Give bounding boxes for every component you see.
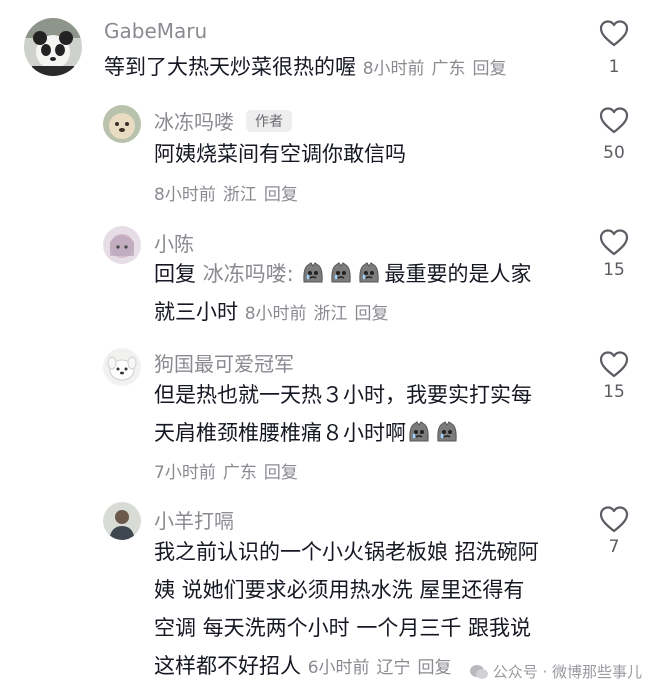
comment-line: 空调 每天洗两个小时 一个月三千 跟我说 (154, 616, 532, 640)
like-count: 15 (603, 382, 625, 402)
username: 冰冻吗喽 作者 (154, 106, 292, 135)
comment-text: 但是热也就一天热３小时，我要实打实每 天肩椎颈椎腰椎痛８小时啊 (154, 376, 574, 452)
comment-body: 这样都不好招人 (154, 654, 301, 678)
comment-meta: 8小时前 浙江 回复 (245, 304, 396, 324)
username[interactable]: 狗国最可爱冠军 (154, 348, 294, 377)
username-text[interactable]: 冰冻吗喽 (154, 110, 234, 134)
comment-time: 8小时前 (244, 304, 307, 324)
comment-line: 但是热也就一天热３小时，我要实打实每 (154, 383, 532, 407)
cartoon-dog-avatar-image (103, 348, 141, 386)
crying-face-emoji-icon (409, 421, 429, 442)
comment-body: 天肩椎颈椎腰椎痛８小时啊 (154, 421, 406, 445)
comment-meta: 8小时前 广东 回复 (363, 59, 514, 79)
anime-avatar-image (103, 226, 141, 264)
like-count: 1 (608, 57, 620, 77)
comment-meta: 6小时前 辽宁 回复 (308, 658, 459, 678)
comment-line: 姨 说她们要求必须用热水洗 屋里还得有 (154, 578, 525, 602)
crying-face-emoji-icon (331, 262, 352, 283)
like-count: 7 (608, 537, 620, 557)
comment-line: 天肩椎颈椎腰椎痛８小时啊 (154, 414, 574, 452)
comment-location: 浙江 (313, 304, 348, 324)
comment-location: 浙江 (222, 185, 257, 205)
reply-button[interactable]: 回复 (355, 304, 389, 324)
comment-meta: 7小时前 广东 回复 (154, 458, 305, 483)
like-button[interactable]: 15 (594, 228, 634, 280)
comment-line: 回复 冰冻吗喽: 最重要的是人家 (154, 255, 574, 293)
watermark: 公众号 · 微博那些事儿 (469, 661, 642, 682)
like-button[interactable]: 7 (594, 505, 634, 557)
comment-time: 8小时前 (362, 59, 425, 79)
comment-time: 6小时前 (307, 658, 370, 678)
comment-body: 等到了大热天炒菜很热的喔 (104, 55, 356, 79)
like-button[interactable]: 1 (594, 19, 634, 77)
heart-outline-icon (599, 506, 629, 533)
avatar[interactable] (103, 226, 141, 264)
heart-outline-icon (599, 20, 629, 47)
comment-body: 就三小时 (154, 300, 238, 324)
like-button[interactable]: 50 (594, 106, 634, 163)
watermark-text: 公众号 · 微博那些事儿 (492, 663, 642, 681)
username[interactable]: 小羊打嗝 (154, 505, 234, 534)
heart-outline-icon (599, 229, 629, 256)
comment-time: 8小时前 (154, 185, 216, 205)
heart-outline-icon (599, 351, 629, 378)
author-badge: 作者 (246, 110, 292, 132)
mention-link[interactable]: 冰冻吗喽: (203, 262, 294, 286)
like-count: 15 (603, 260, 625, 280)
avatar[interactable] (103, 502, 141, 540)
comment-body: 阿姨烧菜间有空调你敢信吗 (154, 142, 406, 166)
username[interactable]: 小陈 (154, 228, 194, 257)
avatar[interactable] (24, 18, 82, 76)
panda-avatar-image (24, 18, 82, 76)
crying-face-emoji-icon (359, 262, 380, 283)
reply-button[interactable]: 回复 (264, 185, 298, 205)
reply-prefix: 回复 (154, 262, 196, 286)
reply-button[interactable]: 回复 (418, 658, 452, 678)
comment-location: 辽宁 (376, 658, 411, 678)
username[interactable]: GabeMaru (104, 19, 207, 43)
comment-line: 我之前认识的一个小火锅老板娘 招洗碗阿 (154, 540, 539, 564)
comment-location: 广东 (222, 463, 257, 483)
comment-body: 最重要的是人家 (384, 262, 532, 286)
avatar[interactable] (103, 105, 141, 143)
comment-time: 7小时前 (154, 463, 216, 483)
like-count: 50 (603, 143, 625, 163)
crying-face-emoji-icon (437, 421, 457, 442)
heart-outline-icon (599, 107, 629, 134)
dog-avatar-image (103, 105, 141, 143)
comment-text: 等到了大热天炒菜很热的喔 8小时前 广东 回复 (104, 48, 514, 88)
like-button[interactable]: 15 (594, 350, 634, 402)
comment-meta: 8小时前 浙江 回复 (154, 180, 305, 205)
wechat-icon (469, 665, 488, 679)
comment-location: 广东 (431, 59, 466, 79)
comment-text: 回复 冰冻吗喽: 最重要的是人家 就三小时 8小时前 浙江 回复 (154, 255, 574, 333)
avatar[interactable] (103, 348, 141, 386)
reply-button[interactable]: 回复 (264, 463, 298, 483)
crying-face-emoji-icon (303, 262, 324, 283)
person-avatar-image (103, 502, 141, 540)
comment-line: 就三小时 8小时前 浙江 回复 (154, 293, 574, 333)
reply-button[interactable]: 回复 (473, 59, 507, 79)
